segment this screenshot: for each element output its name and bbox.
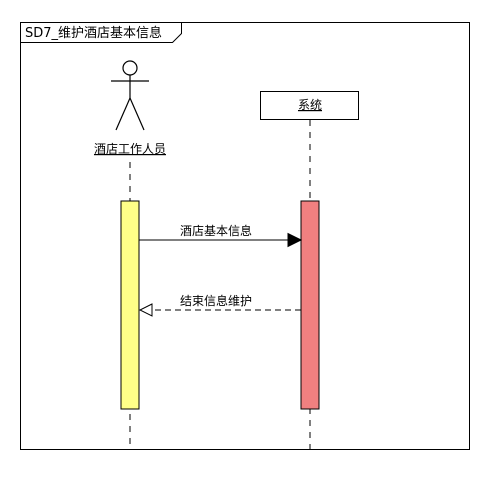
system-activation-bar (300, 200, 320, 410)
message-return: 结束信息维护 (138, 293, 301, 317)
system-lifeline: 系统 (260, 91, 359, 450)
open-arrowhead-icon (138, 303, 153, 317)
actor-activation-bar (120, 200, 140, 410)
actor-lifeline: 酒店工作人员 (94, 60, 166, 450)
sequence-diagram: SD7_维护酒店基本信息 酒店工作人员 系统 酒店基本信息 结束信息维护 (20, 22, 470, 450)
frame-title: SD7_维护酒店基本信息 (25, 25, 162, 41)
filled-triangle-arrowhead-icon (287, 232, 303, 248)
message-sync: 酒店基本信息 (139, 223, 303, 248)
message-return-label: 结束信息维护 (180, 293, 252, 308)
message-sync-label: 酒店基本信息 (180, 223, 252, 238)
system-name: 系统 (298, 98, 322, 112)
stick-figure-icon (111, 60, 149, 131)
actor-name: 酒店工作人员 (94, 142, 166, 156)
